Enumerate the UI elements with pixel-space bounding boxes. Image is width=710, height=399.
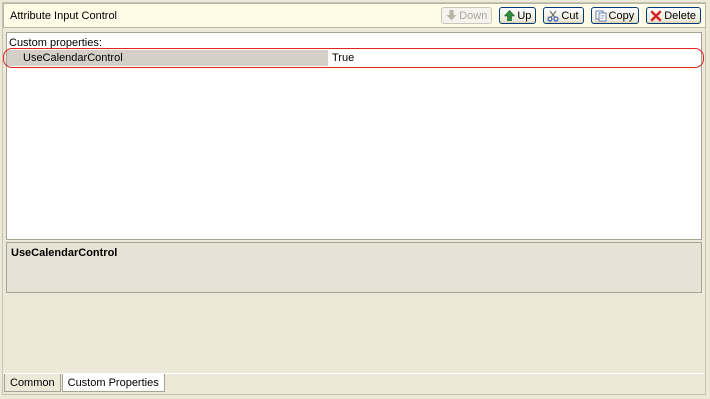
description-title: UseCalendarControl [11, 247, 118, 259]
toolbar: Down Up Cut Copy Delete [441, 7, 701, 24]
tab-strip: Common Custom Properties [4, 373, 704, 394]
property-name[interactable]: UseCalendarControl [7, 50, 329, 66]
cut-button-label: Cut [561, 9, 579, 22]
property-grid: Custom properties: UseCalendarControl Tr… [3, 32, 704, 240]
delete-button-label: Delete [664, 9, 696, 22]
delete-x-icon [650, 10, 662, 22]
scissors-icon [547, 10, 559, 22]
down-button[interactable]: Down [441, 7, 493, 24]
copy-button-label: Copy [608, 9, 635, 22]
description-panel: UseCalendarControl [6, 242, 702, 293]
down-button-label: Down [459, 9, 488, 22]
header-title: Attribute Input Control [10, 10, 118, 22]
arrow-down-icon [445, 10, 457, 22]
copy-icon [595, 10, 607, 22]
tab-common[interactable]: Common [4, 374, 61, 392]
cut-button[interactable]: Cut [543, 7, 584, 24]
arrow-up-icon [503, 10, 515, 22]
copy-button[interactable]: Copy [590, 7, 640, 24]
properties-caption: Custom properties: [9, 37, 102, 49]
delete-button[interactable]: Delete [646, 7, 701, 24]
property-row[interactable]: UseCalendarControl True [7, 50, 701, 66]
property-value[interactable]: True [329, 50, 701, 66]
up-button[interactable]: Up [499, 7, 537, 24]
tab-custom-properties[interactable]: Custom Properties [61, 374, 165, 392]
header-bar: Attribute Input Control Down Up Cut Copy… [3, 3, 706, 28]
up-button-label: Up [517, 9, 532, 22]
